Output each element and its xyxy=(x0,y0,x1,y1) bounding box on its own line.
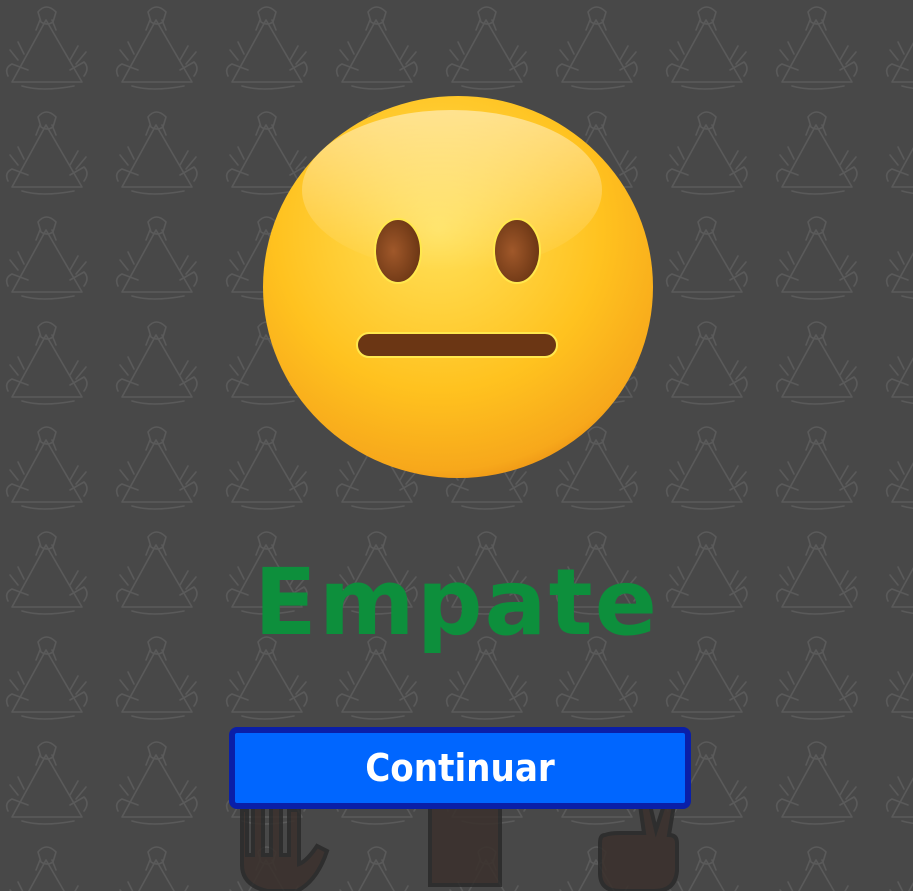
neutral-face-icon xyxy=(262,95,654,480)
continue-button[interactable]: Continuar xyxy=(229,727,691,809)
result-title: Empate xyxy=(253,549,660,656)
rock-fist-icon xyxy=(428,798,502,887)
paper-hand-icon xyxy=(240,801,330,891)
scissors-hand-icon xyxy=(598,803,679,891)
choice-hands xyxy=(0,798,913,891)
